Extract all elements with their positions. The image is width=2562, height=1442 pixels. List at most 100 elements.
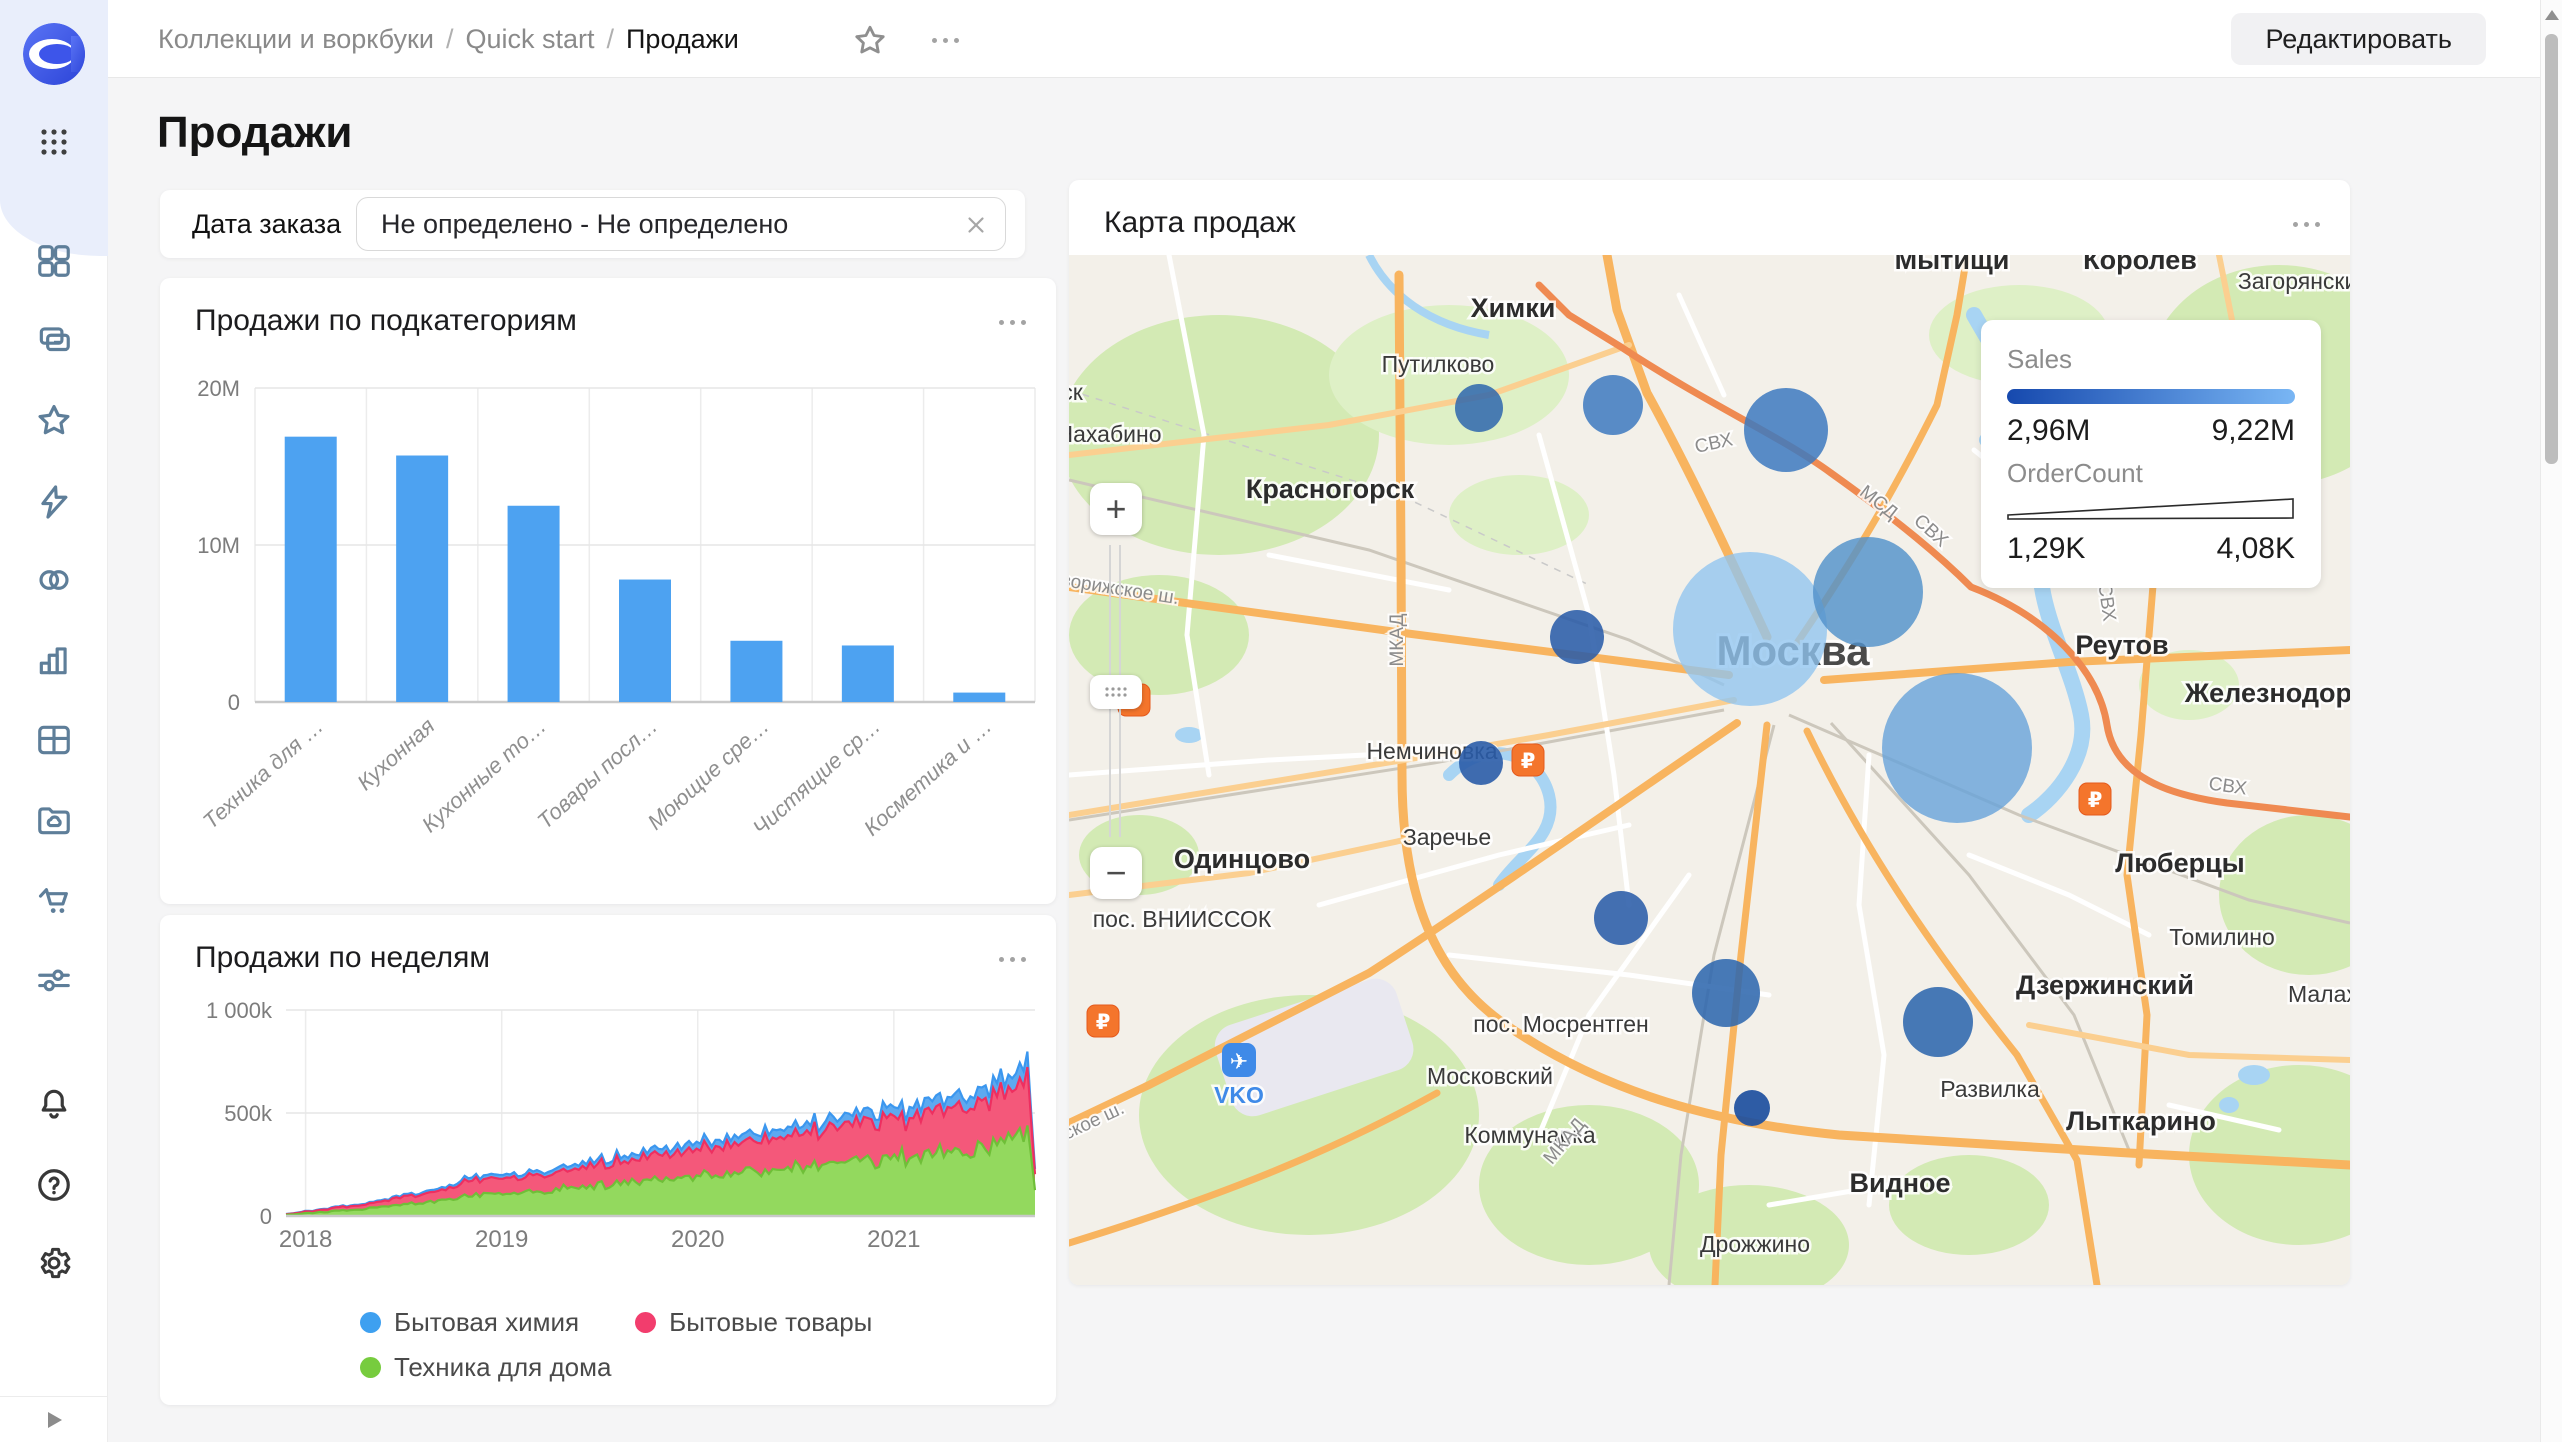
svg-text:20M: 20M <box>197 376 240 401</box>
storage-folder-icon[interactable] <box>28 794 80 846</box>
breadcrumb-more-menu-icon[interactable] <box>926 30 959 48</box>
svg-text:Томилино: Томилино <box>2169 924 2274 950</box>
map-title: Карта продаж <box>1104 206 1296 240</box>
date-range-input[interactable]: Не определено - Не определено <box>356 197 1006 251</box>
breadcrumb-item[interactable]: Коллекции и воркбуки <box>158 24 434 55</box>
ruble-marker-icon: ₽ <box>1087 1005 1119 1037</box>
connections-icon[interactable] <box>28 476 80 528</box>
svg-text:Мытищи: Мытищи <box>1895 255 2010 275</box>
svg-text:пос. ВНИИССОК: пос. ВНИИССОК <box>1093 906 1272 932</box>
map-zoom-out-button[interactable]: − <box>1090 847 1142 899</box>
svg-text:Видное: Видное <box>1849 1168 1950 1198</box>
svg-text:МКАД: МКАД <box>1387 613 1408 666</box>
svg-text:Одинцово: Одинцово <box>1174 844 1310 874</box>
weekly-area-chart[interactable]: 0500k1 000k2018201920202021 <box>160 985 1056 1295</box>
weekly-chart-legend: Бытовая химия Бытовые товары Техника для д… <box>360 1307 940 1383</box>
bar-chart-card: Продажи по подкатегориям 0 10M 20M Техника … <box>160 278 1056 904</box>
edit-button[interactable]: Редактировать <box>2231 13 2486 65</box>
svg-text:10M: 10M <box>197 533 240 558</box>
svg-text:Заречье: Заречье <box>1403 824 1491 850</box>
svg-text:Реутов: Реутов <box>2075 630 2168 660</box>
legend-label: Бытовые товары <box>669 1307 872 1338</box>
ordercount-ramp-icon <box>2007 497 2295 521</box>
legend-dot-icon <box>360 1312 381 1333</box>
svg-text:Красногорск: Красногорск <box>1246 474 1415 504</box>
table-widgets-icon[interactable] <box>28 714 80 766</box>
svg-text:Люберцы: Люберцы <box>2115 848 2245 878</box>
map-zoom-in-button[interactable]: + <box>1090 483 1142 535</box>
svg-text:Лыткарино: Лыткарино <box>2066 1106 2216 1136</box>
sales-map-card: Карта продаж <box>1069 180 2350 1285</box>
svg-text:0: 0 <box>260 1204 272 1229</box>
svg-text:2021: 2021 <box>867 1226 920 1253</box>
svg-text:₽: ₽ <box>1096 1010 1111 1034</box>
legend-label: Бытовая химия <box>394 1307 579 1338</box>
svg-text:Дрожжино: Дрожжино <box>1700 1231 1810 1257</box>
settings-gear-icon[interactable] <box>28 1237 80 1289</box>
breadcrumb-separator: / <box>607 24 615 55</box>
page-scrollbar[interactable] <box>2540 0 2562 1442</box>
svg-text:Московский: Московский <box>1427 1063 1553 1089</box>
svg-text:2019: 2019 <box>475 1226 528 1253</box>
datalens-dashboard-app: Коллекции и воркбуки / Quick start / Продажи… <box>0 0 2562 1442</box>
sales-metric-label: Sales <box>2007 344 2295 375</box>
legend-dot-icon <box>360 1357 381 1378</box>
datalens-logo[interactable] <box>22 22 86 86</box>
map-zoom-handle[interactable] <box>1090 675 1142 709</box>
expand-sidebar-button[interactable] <box>0 1396 107 1442</box>
svg-text:₽: ₽ <box>2088 788 2103 812</box>
svg-text:₽: ₽ <box>1521 749 1536 773</box>
legend-item[interactable]: Техника для дома <box>360 1352 611 1383</box>
settings-sliders-icon[interactable] <box>28 954 80 1006</box>
scrollbar-thumb[interactable] <box>2545 34 2558 464</box>
svg-text:1 000k: 1 000k <box>206 998 273 1023</box>
charts-icon[interactable] <box>28 634 80 686</box>
svg-text:Дзержинский: Дзержинский <box>2016 970 2194 1000</box>
svg-text:Путилково: Путилково <box>1382 351 1495 377</box>
weekly-chart-title: Продажи по неделям <box>195 941 490 975</box>
svg-text:Развилка: Развилка <box>1940 1076 2040 1102</box>
dashboards-icon[interactable] <box>28 235 80 287</box>
legend-item[interactable]: Бытовая химия <box>360 1307 579 1338</box>
legend-item[interactable]: Бытовые товары <box>635 1307 872 1338</box>
breadcrumb-separator: / <box>446 24 454 55</box>
page-title: Продажи <box>157 108 352 158</box>
breadcrumb-item[interactable]: Quick start <box>465 24 594 55</box>
datasets-icon[interactable] <box>28 554 80 606</box>
svg-text:Нахабино: Нахабино <box>1069 421 1161 447</box>
svg-text:Химки: Химки <box>1471 293 1556 323</box>
weekly-chart-menu-icon[interactable] <box>993 949 1026 967</box>
topbar: Коллекции и воркбуки / Quick start / Продажи… <box>108 0 2562 78</box>
svg-text:2018: 2018 <box>279 1226 332 1253</box>
weekly-area-chart-card: Продажи по неделям 0500k1 000k2018201920… <box>160 915 1056 1405</box>
date-filter-card: Дата заказа Не определено - Не определен… <box>160 190 1025 258</box>
bar-chart[interactable]: 010M20MТехника для …КухоннаяКухонные то…… <box>160 370 1056 890</box>
sales-max-value: 9,22M <box>2212 414 2295 448</box>
breadcrumb-item[interactable]: Продажи <box>626 24 739 55</box>
svg-text:0: 0 <box>228 690 240 715</box>
sales-min-value: 2,96M <box>2007 414 2090 448</box>
scrollbar-up-arrow-icon[interactable] <box>2545 10 2559 20</box>
svg-text:2020: 2020 <box>671 1226 724 1253</box>
sidebar <box>0 0 108 1442</box>
notifications-bell-icon[interactable] <box>28 1078 80 1130</box>
date-range-value: Не определено - Не определено <box>381 209 788 240</box>
ruble-marker-icon: ₽ <box>2079 783 2111 815</box>
expand-sidebar-icon <box>43 1409 65 1431</box>
favorite-star-icon[interactable] <box>852 22 888 58</box>
clear-x-icon[interactable] <box>963 212 989 238</box>
bar-chart-title: Продажи по подкатегориям <box>195 304 577 338</box>
apps-grid-icon[interactable] <box>28 122 80 162</box>
map-metrics-legend: Sales 2,96M 9,22M OrderCount 1,29K 4,08K <box>1981 320 2321 588</box>
help-icon[interactable] <box>28 1159 80 1211</box>
collections-icon[interactable] <box>28 314 80 366</box>
svg-text:Железнодорожный: Железнодорожный <box>2184 678 2350 708</box>
bar-chart-menu-icon[interactable] <box>993 312 1026 330</box>
marketplace-cart-icon[interactable] <box>28 874 80 926</box>
svg-text:✈: ✈ <box>1230 1050 1248 1075</box>
map-menu-icon[interactable] <box>2287 214 2320 232</box>
favorites-icon[interactable] <box>28 394 80 446</box>
svg-text:Малаховка: Малаховка <box>2288 981 2350 1007</box>
svg-text:Техника для …: Техника для … <box>198 713 328 834</box>
map-canvas[interactable]: МоскваМытищиКоролевЗагорянскийХимкиПутил… <box>1069 255 2350 1285</box>
